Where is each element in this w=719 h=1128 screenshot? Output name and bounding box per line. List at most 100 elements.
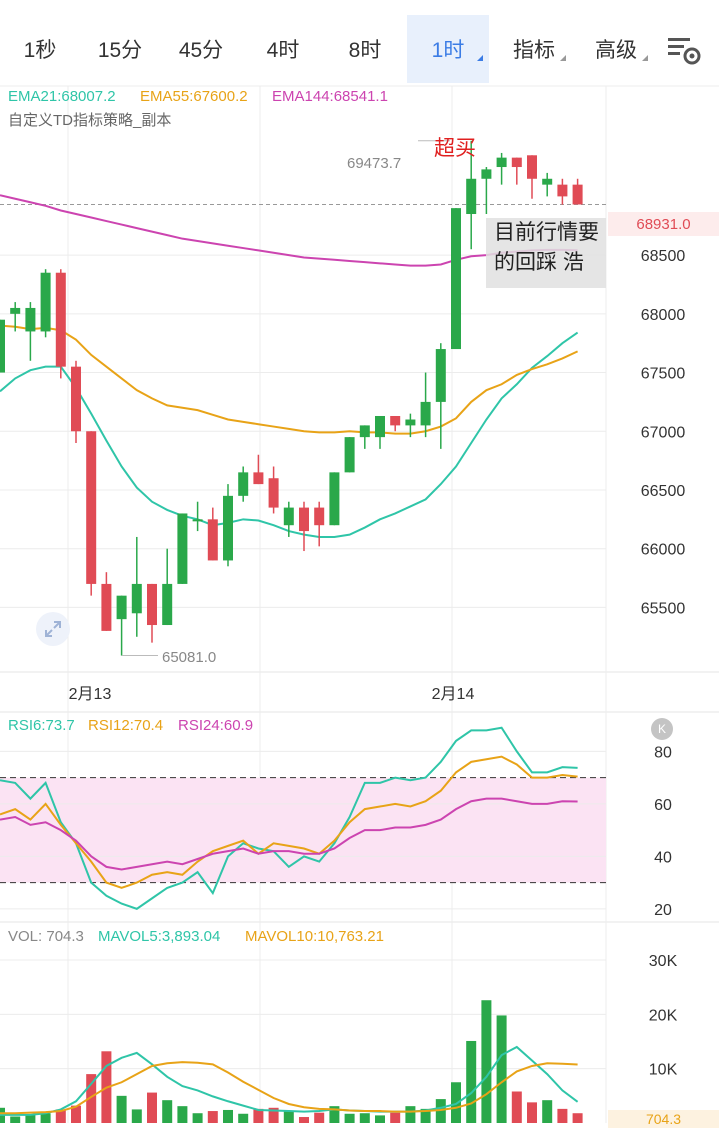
candle <box>390 415 401 432</box>
candle <box>375 415 385 449</box>
volume-bar <box>299 1117 309 1123</box>
candle <box>207 507 218 561</box>
candle <box>344 437 355 473</box>
volume-bar <box>223 1109 233 1123</box>
price-tick-label: 67000 <box>641 424 686 441</box>
price-tick-label: 66500 <box>641 483 686 500</box>
candle-body <box>86 431 97 584</box>
overbought-label: 超买 <box>434 137 476 160</box>
price-tick-label: 66000 <box>641 542 686 559</box>
volume-bar <box>25 1114 36 1123</box>
candle-body <box>10 307 21 314</box>
ema21-legend: EMA21:68007.2 <box>8 88 116 105</box>
strategy-label: 自定义TD指标策略_副本 <box>8 112 172 129</box>
current-price-value: 68931.0 <box>636 215 691 233</box>
volume-bar <box>375 1115 385 1123</box>
candle-body <box>177 513 188 584</box>
volume-bar <box>466 1040 477 1123</box>
candle <box>25 302 36 361</box>
candle <box>481 167 492 215</box>
candle-body <box>116 595 127 620</box>
volume-bar <box>10 1116 21 1123</box>
volume-bar <box>572 1113 583 1123</box>
candle <box>572 178 583 205</box>
candle <box>511 157 522 185</box>
mavol5-legend: MAVOL5:3,893.04 <box>98 928 221 945</box>
candle-body <box>40 272 51 332</box>
rsi-tick-label: 60 <box>654 797 672 814</box>
volume-bar <box>162 1100 173 1123</box>
k-button-label: K <box>657 722 666 736</box>
candle-body <box>0 319 5 373</box>
candle-body <box>496 157 507 168</box>
candle <box>542 172 553 197</box>
candle-body <box>162 583 173 626</box>
current-price-tag: 68931.0 <box>608 212 719 236</box>
candle-body <box>25 307 36 332</box>
candle <box>131 536 142 637</box>
volume-bar <box>314 1112 325 1123</box>
candle <box>527 155 537 199</box>
candle <box>314 501 325 547</box>
candle-body <box>405 419 416 426</box>
candle-body <box>527 155 537 179</box>
candle-body <box>329 472 340 526</box>
candle <box>420 372 431 438</box>
rsi24-legend: RSI24:60.9 <box>178 717 254 734</box>
notice-line-2: 的回踩 浩 <box>494 251 584 274</box>
k-collapse-button[interactable]: K <box>651 718 673 740</box>
rsi-tick-label: 40 <box>654 849 672 866</box>
volume-bar <box>511 1091 522 1123</box>
candle-body <box>451 208 461 350</box>
candle <box>116 595 127 656</box>
candle <box>55 269 66 379</box>
volume-bar <box>344 1113 355 1123</box>
candle-body <box>268 478 279 508</box>
expand-icon[interactable] <box>36 612 70 646</box>
volume-bar <box>405 1106 416 1123</box>
candle-body <box>207 519 218 561</box>
candle <box>238 466 249 502</box>
volume-bar <box>359 1113 370 1123</box>
candle <box>253 454 264 485</box>
volume-bar <box>542 1100 553 1123</box>
volume-bar <box>481 1000 492 1123</box>
rsi6-legend: RSI6:73.7 <box>8 717 75 734</box>
notice-popup[interactable]: 目前行情要 的回踩 浩 <box>486 218 606 288</box>
ema144-legend: EMA144:68541.1 <box>272 88 388 105</box>
candle <box>557 178 568 205</box>
volume-bar <box>557 1108 568 1123</box>
rsi-tick-label: 80 <box>654 744 672 761</box>
candle <box>329 472 340 526</box>
rsi12-legend: RSI12:70.4 <box>88 717 164 734</box>
notice-line-1: 目前行情要 <box>494 221 599 244</box>
volume-bar <box>40 1113 51 1123</box>
date-tick-label: 2月13 <box>69 686 112 703</box>
low-price-label: 65081.0 <box>162 649 217 666</box>
candle-body <box>344 437 355 473</box>
vol-tick-label: 30K <box>649 953 678 970</box>
rsi-tick-label: 20 <box>654 902 672 919</box>
candle <box>71 360 81 444</box>
candle <box>177 513 188 584</box>
price-tick-label: 67500 <box>641 366 686 383</box>
candle <box>40 269 51 338</box>
candle-body <box>101 583 112 631</box>
candle-body <box>420 401 431 426</box>
candle <box>435 343 446 449</box>
volume-bar <box>147 1092 157 1123</box>
volume-bar <box>177 1106 188 1123</box>
vol-legend: VOL: 704.3 <box>8 928 84 945</box>
volume-bar <box>131 1109 142 1123</box>
candle-body <box>466 178 477 215</box>
price-tick-label: 68500 <box>641 248 686 265</box>
candle-body <box>435 349 446 402</box>
candle <box>451 208 461 350</box>
volume-bar <box>192 1113 203 1123</box>
candle-body <box>238 472 249 496</box>
current-volume-value: 704.3 <box>645 1111 682 1127</box>
vol-tick-label: 10K <box>649 1062 678 1079</box>
candle-body <box>55 272 66 367</box>
volume-bar <box>116 1095 127 1123</box>
candle-body <box>375 415 385 438</box>
